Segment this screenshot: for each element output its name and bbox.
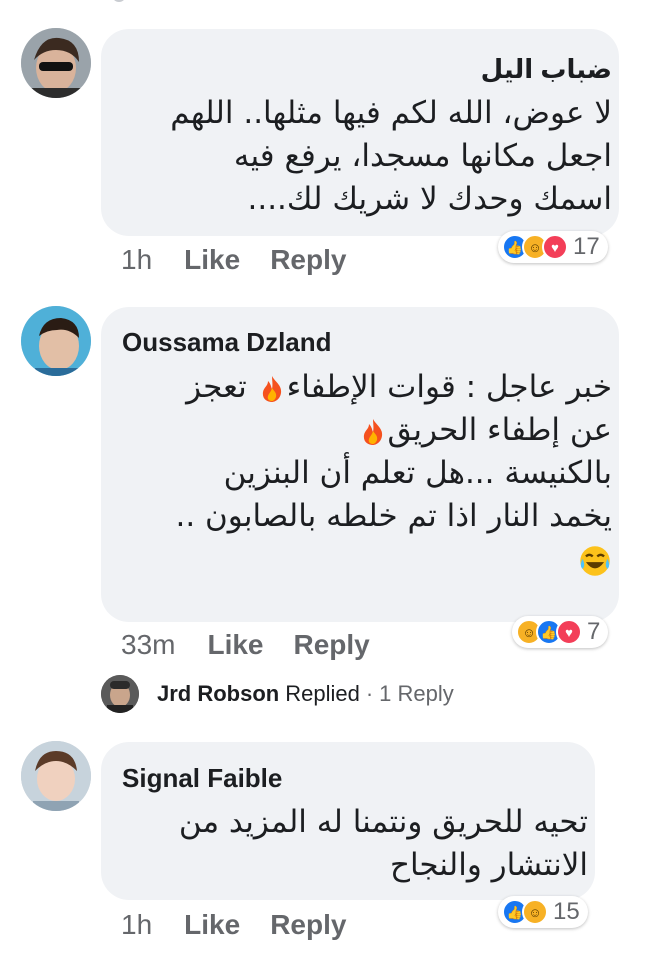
view-replies-link[interactable]: Jrd Robson Replied · 1 Reply: [101, 674, 454, 714]
fire-icon: [363, 418, 382, 445]
avatar[interactable]: [21, 28, 91, 98]
separator: ·: [365, 681, 374, 706]
comment-line: [175, 538, 612, 581]
comment-author[interactable]: ضباب اليل: [481, 54, 612, 84]
reaction-count: 17: [573, 233, 600, 260]
comment-line: اسمك وحدك لا شريك لك....: [247, 181, 612, 217]
comment-line: تحيه للحريق ونتمنا له المزيد من: [178, 804, 588, 840]
comment-line: الانتشار والنجاح: [389, 847, 588, 883]
comment-line: اجعل مكانها مسجدا، يرفع فيه: [233, 138, 612, 174]
reply-button[interactable]: Reply: [294, 629, 370, 660]
reply-count: 1 Reply: [379, 681, 454, 706]
comment-fragment: خبر عاجل : قوات الإطفاء: [286, 369, 612, 405]
like-button[interactable]: Like: [207, 629, 263, 660]
avatar[interactable]: [21, 741, 91, 811]
comment-text: خبر عاجل : قوات الإطفاء تعجز عن إطفاء ال…: [175, 366, 612, 581]
comment-author[interactable]: Signal Faible: [122, 763, 282, 793]
comment-actions: 1h Like Reply: [121, 243, 376, 277]
love-reaction-icon: ♥: [542, 234, 568, 260]
comment-text: تحيه للحريق ونتمنا له المزيد من الانتشار…: [179, 801, 588, 887]
user-photo-icon: [101, 675, 139, 713]
reply-author: Jrd Robson: [157, 681, 280, 706]
reply-verb: Replied: [285, 681, 360, 706]
love-reaction-icon: ♥: [556, 619, 582, 645]
reply-button[interactable]: Reply: [270, 244, 346, 275]
comment-line: خبر عاجل : قوات الإطفاء تعجز: [175, 366, 612, 409]
reaction-summary[interactable]: ☺ 👍 ♥ 7: [512, 616, 609, 648]
comment-timestamp[interactable]: 1h: [121, 909, 152, 940]
reply-button[interactable]: Reply: [270, 909, 346, 940]
previous-comment-edge: [112, 0, 126, 2]
comment-actions: 1h Like Reply: [121, 908, 376, 942]
avatar[interactable]: [21, 306, 91, 376]
comment-line: عن إطفاء الحريق: [175, 409, 612, 452]
comment-fragment: عن إطفاء الحريق: [387, 412, 612, 448]
user-photo-icon: [21, 741, 91, 811]
fire-icon: [262, 375, 281, 402]
reaction-summary[interactable]: 👍 ☺ ♥ 17: [498, 231, 608, 263]
like-button[interactable]: Like: [184, 909, 240, 940]
like-button[interactable]: Like: [184, 244, 240, 275]
comment-fragment: تعجز: [186, 369, 247, 405]
user-photo-icon: [21, 28, 91, 98]
avatar: [101, 675, 139, 713]
laughing-tears-icon: [580, 545, 610, 576]
comment-actions: 33m Like Reply: [121, 628, 400, 662]
reaction-summary[interactable]: 👍 ☺ 15: [498, 896, 588, 928]
user-photo-icon: [21, 306, 91, 376]
comment-line: يخمد النار اذا تم خلطه بالصابون ..: [175, 498, 612, 534]
comment-timestamp[interactable]: 33m: [121, 629, 175, 660]
reaction-count: 7: [587, 618, 601, 645]
comment-line: بالكنيسة ...هل تعلم أن البنزين: [223, 455, 612, 491]
comment-timestamp[interactable]: 1h: [121, 244, 152, 275]
comment-line: لا عوض، الله لكم فيها مثلها.. اللهم: [170, 95, 612, 131]
haha-reaction-icon: ☺: [522, 899, 548, 925]
comment-text: لا عوض، الله لكم فيها مثلها.. اللهم اجعل…: [170, 92, 612, 221]
comment-author[interactable]: Oussama Dzland: [122, 327, 332, 357]
reaction-count: 15: [553, 898, 580, 925]
